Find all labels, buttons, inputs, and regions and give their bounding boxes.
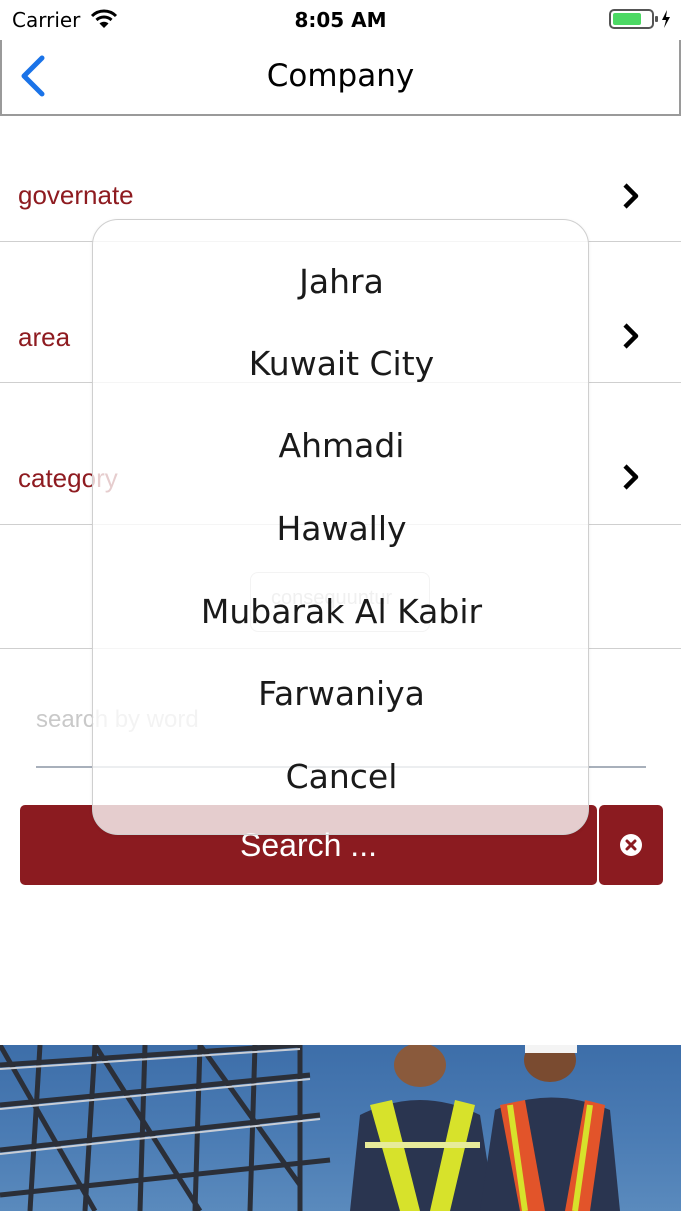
action-sheet-option[interactable]: Ahmadi xyxy=(93,406,588,486)
navigation-bar: Company xyxy=(0,40,681,116)
action-sheet-option[interactable]: Jahra xyxy=(93,242,588,322)
status-time: 8:05 AM xyxy=(294,8,387,32)
screen: Carrier 8:05 AM Company governate area c… xyxy=(0,0,681,1211)
status-bar: Carrier 8:05 AM xyxy=(0,0,681,40)
page-title: Company xyxy=(266,58,415,94)
action-sheet-option[interactable]: Hawally xyxy=(93,489,588,569)
filter-label: governate xyxy=(18,180,134,210)
action-sheet-option[interactable]: Kuwait City xyxy=(93,324,588,404)
filter-label: area xyxy=(18,322,71,352)
banner-photo xyxy=(0,1045,681,1211)
construction-workers-image xyxy=(0,1045,620,1211)
clear-button[interactable] xyxy=(599,805,663,885)
governate-action-sheet: Jahra Kuwait City Ahmadi Hawally Mubarak… xyxy=(92,219,589,835)
battery-icon xyxy=(609,9,670,29)
chevron-right-icon xyxy=(623,464,639,490)
close-circle-icon xyxy=(620,834,642,856)
chevron-right-icon xyxy=(623,183,639,209)
action-sheet-option[interactable]: Farwaniya xyxy=(93,654,588,734)
chevron-right-icon xyxy=(623,323,639,349)
action-sheet-option[interactable]: Mubarak Al Kabir xyxy=(93,572,588,652)
action-sheet-cancel[interactable]: Cancel xyxy=(93,737,588,817)
